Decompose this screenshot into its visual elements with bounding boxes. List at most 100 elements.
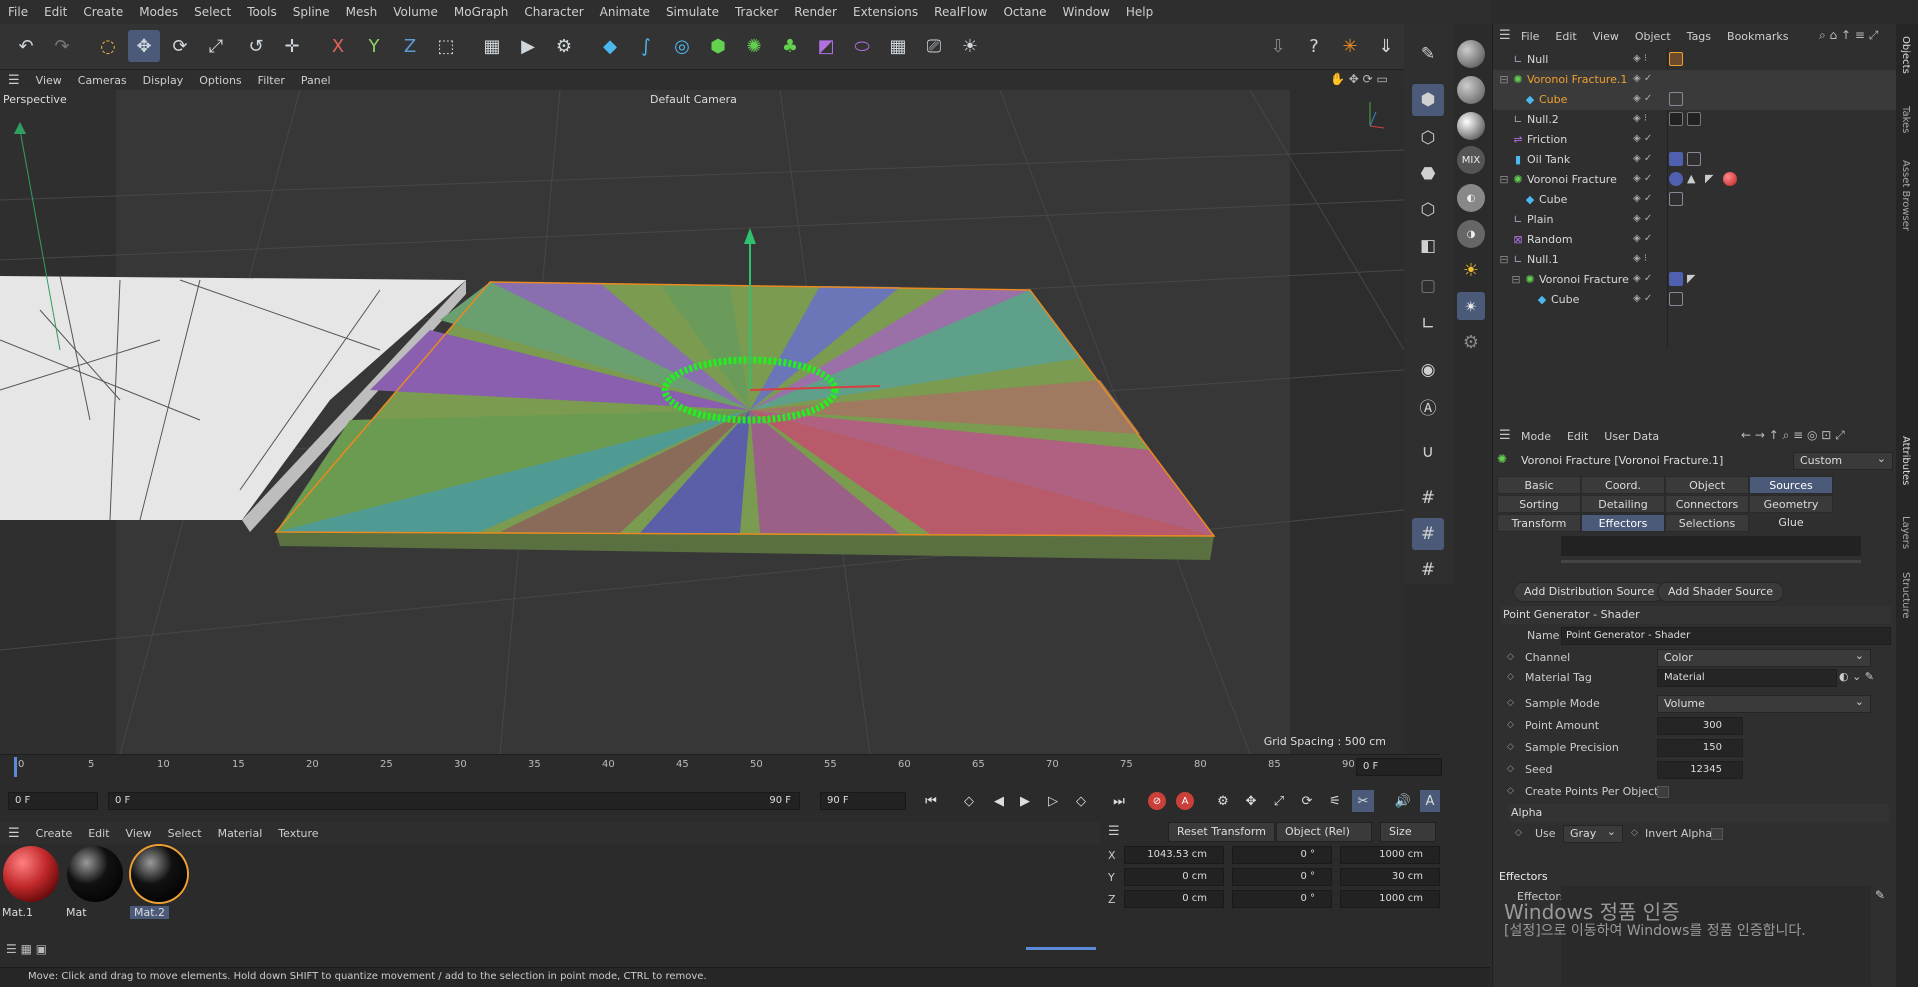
visibility-icons[interactable]: ◈ ✓ [1633, 213, 1652, 224]
render-view-icon[interactable]: ▦ [476, 30, 508, 62]
attribute-hamburger-icon[interactable]: ☰ [1499, 428, 1511, 443]
attribute-menu-user-data[interactable]: User Data [1596, 430, 1667, 443]
name-field[interactable]: Point Generator - Shader [1561, 627, 1891, 645]
material-swatch[interactable]: Mat.1 [0, 844, 62, 924]
menu-tracker[interactable]: Tracker [727, 0, 786, 24]
sources-list[interactable] [1561, 536, 1861, 556]
size-x-field[interactable]: 1000 cm [1340, 846, 1440, 864]
menu-spline[interactable]: Spline [285, 0, 338, 24]
collapse-icon[interactable]: ⊟ [1509, 273, 1523, 287]
current-frame-field[interactable]: 0 F [1356, 758, 1442, 776]
end-frame-field[interactable]: 90 F [820, 792, 906, 810]
menu-simulate[interactable]: Simulate [658, 0, 727, 24]
play-icon[interactable]: ▶ [1014, 790, 1036, 812]
redo-icon[interactable]: ↷ [46, 30, 78, 62]
material-tag-link-field[interactable]: Material [1657, 669, 1837, 687]
viewport-menu-panel[interactable]: Panel [293, 74, 339, 87]
rotate-tool-icon[interactable]: ⟳ [164, 30, 196, 62]
object-menu-tags[interactable]: Tags [1679, 30, 1719, 43]
visibility-icons[interactable]: ◈ ✓ [1633, 133, 1652, 144]
glossy-material-icon[interactable] [1457, 76, 1485, 104]
object-row-plain[interactable]: ∟ Plain ◈ ✓ [1493, 210, 1897, 230]
create-points-checkbox[interactable] [1657, 786, 1669, 798]
previous-keyframe-icon[interactable]: ◇ [958, 790, 980, 812]
sidetab-takes[interactable]: Takes [1900, 106, 1911, 133]
mograph-tag-icon[interactable] [1669, 152, 1683, 166]
model-mode-icon[interactable]: ⬢ [1412, 84, 1444, 116]
axis-tool-icon[interactable]: ✛ [276, 30, 308, 62]
key-pla-icon[interactable]: ✂ [1352, 790, 1374, 812]
list-view-icon[interactable]: ☰ ▦ ▣ [6, 942, 47, 956]
visibility-icons[interactable]: ◈ ✓ [1633, 273, 1652, 284]
viewport-menu-view[interactable]: View [28, 74, 70, 87]
previous-frame-icon[interactable]: ◀ [988, 790, 1010, 812]
tab-transform[interactable]: Transform [1497, 514, 1581, 532]
tab-sorting[interactable]: Sorting [1497, 495, 1581, 513]
object-row-cube[interactable]: ◆ Cube ◈ ✓ [1493, 90, 1897, 110]
viewport-hamburger-icon[interactable]: ☰ [0, 73, 28, 88]
realflow-icon[interactable]: ✳ [1334, 30, 1366, 62]
tab-selections[interactable]: Selections [1665, 514, 1749, 532]
move-tool-icon[interactable]: ✥ [128, 30, 160, 62]
mesh-mode-icon[interactable]: ⬡ [1412, 122, 1444, 154]
tab-effectors[interactable]: Effectors [1581, 514, 1665, 532]
keyframe-diamond-icon[interactable]: ◇ [1631, 828, 1638, 838]
viewport-camera-label[interactable]: Default Camera [650, 93, 737, 106]
keyframe-diamond-icon[interactable]: ◇ [1507, 786, 1514, 796]
visibility-icons[interactable]: ◈ ✓ [1633, 233, 1652, 244]
tab-detailing[interactable]: Detailing [1581, 495, 1665, 513]
menu-select[interactable]: Select [186, 0, 239, 24]
mograph-icon[interactable]: ♣ [774, 30, 806, 62]
snap-icon[interactable]: ∪ [1412, 436, 1444, 468]
menu-volume[interactable]: Volume [385, 0, 446, 24]
object-row-null[interactable]: ∟ Null ◈ ⁝ [1493, 50, 1897, 70]
visibility-icons[interactable]: ◈ ⁝ [1633, 253, 1647, 264]
attribute-preset-dropdown[interactable]: Custom [1793, 451, 1893, 470]
octane-render-icon[interactable]: ✴ [1457, 292, 1485, 320]
triangle-tag-icon[interactable]: ▲ [1687, 172, 1701, 186]
next-frame-icon[interactable]: ▷ [1042, 790, 1064, 812]
menu-extensions[interactable]: Extensions [845, 0, 926, 24]
sidetab-objects[interactable]: Objects [1900, 36, 1911, 74]
keyframe-diamond-icon[interactable]: ◇ [1507, 652, 1514, 662]
floor-icon[interactable]: ▦ [882, 30, 914, 62]
key-position-icon[interactable]: ✥ [1240, 790, 1262, 812]
uv-mode-icon[interactable]: ▢ [1412, 270, 1444, 302]
timeline-playhead[interactable] [14, 757, 17, 777]
material-tag-icon[interactable] [1669, 112, 1683, 126]
material-swatch[interactable]: Mat [64, 844, 126, 924]
lock-y-icon[interactable]: Y [358, 30, 390, 62]
3d-viewport[interactable]: Perspective Default Camera Grid Spacing … [0, 90, 1404, 754]
solo-icon[interactable]: ◉ [1412, 354, 1444, 386]
position-x-field[interactable]: 1043.53 cm [1124, 846, 1224, 864]
material-hamburger-icon[interactable]: ☰ [0, 826, 28, 841]
material-tag-icon[interactable] [1669, 52, 1683, 66]
visibility-icons[interactable]: ◈ ⁝ [1633, 113, 1647, 124]
frame-range-slider[interactable]: 0 F 90 F [108, 792, 800, 810]
workplane-icon[interactable]: Ⓐ [1412, 390, 1444, 422]
point-amount-field[interactable]: 300 [1657, 717, 1743, 735]
viewport-menu-filter[interactable]: Filter [250, 74, 293, 87]
menu-mesh[interactable]: Mesh [338, 0, 386, 24]
coords-hamburger-icon[interactable]: ☰ [1108, 824, 1120, 839]
tab-connectors[interactable]: Connectors [1665, 495, 1749, 513]
menu-character[interactable]: Character [516, 0, 591, 24]
visibility-icons[interactable]: ◈ ✓ [1633, 173, 1652, 184]
spline-pen-icon[interactable]: ∫ [630, 30, 662, 62]
menu-realflow[interactable]: RealFlow [926, 0, 995, 24]
section-header-alpha[interactable]: Alpha [1509, 804, 1889, 822]
light-icon[interactable]: ☀ [954, 30, 986, 62]
material-menu-material[interactable]: Material [210, 827, 271, 840]
key-scale-icon[interactable]: ⤢ [1268, 790, 1290, 812]
object-hamburger-icon[interactable]: ☰ [1499, 28, 1511, 43]
octane-light-icon[interactable]: ☀ [1457, 256, 1485, 284]
collapse-icon[interactable]: ⊟ [1497, 173, 1511, 187]
material-menu-texture[interactable]: Texture [270, 827, 326, 840]
cube-object-icon[interactable]: ◆ [594, 30, 626, 62]
axis-mode-icon[interactable]: ∟ [1412, 308, 1444, 340]
tab-geometry-glue[interactable]: Geometry Glue [1749, 495, 1833, 529]
sidetab-asset-browser[interactable]: Asset Browser [1900, 160, 1911, 231]
subdivision-icon[interactable]: ◎ [666, 30, 698, 62]
menu-help[interactable]: Help [1118, 0, 1161, 24]
keyframe-diamond-icon[interactable]: ◇ [1507, 720, 1514, 730]
